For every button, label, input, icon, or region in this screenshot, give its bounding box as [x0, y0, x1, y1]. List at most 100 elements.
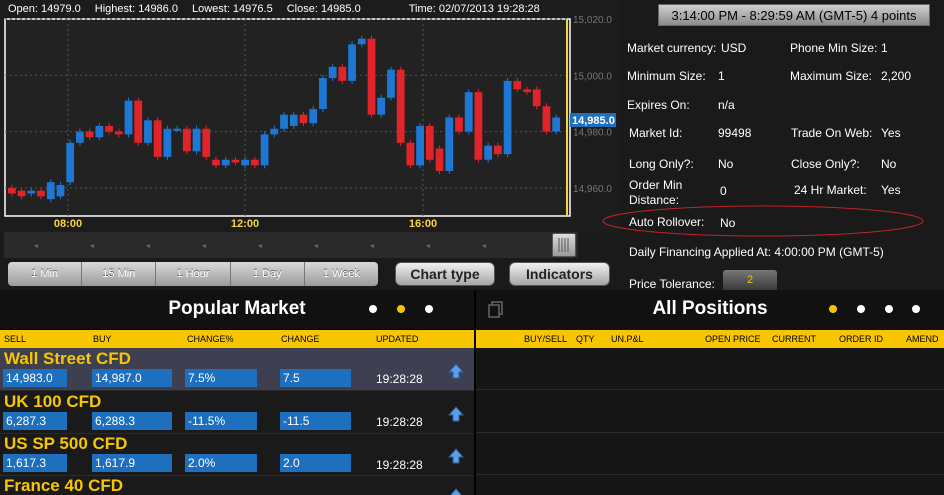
maximum-size-label: Maximum Size:	[790, 69, 873, 83]
candle-down	[367, 38, 376, 115]
candle-up	[377, 97, 386, 115]
candle-down	[493, 145, 502, 155]
market-name: Wall Street CFD	[4, 349, 131, 368]
arrow-up-icon	[448, 406, 464, 422]
close-only-value: No	[881, 157, 897, 171]
col-unrealized-pnl: UN.P&L	[611, 334, 644, 344]
time-range-display: 3:14:00 PM - 8:29:59 AM (GMT-5) 4 points	[658, 4, 930, 26]
candle-up	[192, 128, 201, 152]
y-tick-label: 14,980.0	[573, 128, 612, 139]
scroll-handle[interactable]	[552, 233, 576, 257]
candle-up	[144, 120, 152, 143]
candle-up	[445, 117, 454, 171]
row-divider	[0, 390, 474, 391]
open-value: Open: 14979.0	[8, 3, 81, 15]
page-dot-2[interactable]	[397, 305, 405, 313]
candle-down	[182, 128, 191, 152]
candle-up	[66, 142, 75, 183]
col-change-pct: CHANGE%	[187, 334, 234, 344]
order-min-distance-value: 0	[720, 184, 727, 198]
col-change: CHANGE	[281, 334, 320, 344]
candle-up	[289, 114, 298, 126]
buy-price[interactable]: 1,617.9	[92, 454, 172, 472]
candle-down	[523, 89, 531, 93]
positions-title: All Positions	[652, 298, 768, 319]
updated-time: 19:28:28	[376, 372, 423, 386]
minimum-size-label: Minimum Size:	[627, 69, 706, 83]
candle-down	[8, 187, 16, 194]
change-value: 7.5	[280, 369, 351, 387]
candle-up	[319, 78, 327, 110]
low-value: Lowest: 14976.5	[191, 3, 273, 15]
candle-up	[328, 66, 337, 79]
candle-down	[250, 159, 259, 166]
current-price-tag: 14,985.0	[570, 113, 616, 127]
trade-on-web-label: Trade On Web:	[791, 126, 873, 140]
price-tolerance-label: Price Tolerance:	[629, 277, 715, 291]
timeframe-15min-button[interactable]: 15 Min	[82, 262, 157, 286]
buy-price[interactable]: 14,987.0	[92, 369, 172, 387]
page-dot-4[interactable]	[912, 305, 920, 313]
candlestick-chart[interactable]: 15,020.015,000.014,980.014,960.0 08:00 12…	[0, 0, 620, 232]
sell-price[interactable]: 6,287.3	[3, 412, 67, 430]
time-value: Time: 02/07/2013 19:28:28	[408, 3, 540, 15]
candle-down	[396, 69, 405, 143]
candle-down	[17, 190, 26, 197]
long-only-label: Long Only?:	[629, 157, 694, 171]
auto-rollover-label: Auto Rollover:	[629, 215, 705, 229]
trade-on-web-value: Yes	[881, 126, 901, 140]
page-dot-1[interactable]	[369, 305, 377, 313]
candle-up	[270, 128, 279, 135]
page-dot-2[interactable]	[857, 305, 865, 313]
order-min-distance-label-line1: Order Min	[629, 178, 683, 192]
grip-icon	[558, 238, 569, 252]
candle-up	[241, 159, 250, 166]
col-amend: AMEND	[906, 334, 939, 344]
sell-price[interactable]: 14,983.0	[3, 369, 67, 387]
candle-up	[416, 125, 424, 166]
candle-down	[406, 142, 415, 166]
candle-up	[124, 100, 133, 135]
x-tick-label: 12:00	[231, 218, 259, 230]
y-tick-label: 14,960.0	[573, 184, 612, 195]
candle-down	[212, 159, 220, 166]
price-chart[interactable]: 15,020.0 15,000.0 14,980.0 14,960.0 08:00 12…	[0, 0, 620, 232]
candle-down	[425, 125, 434, 160]
candle-up	[163, 128, 172, 157]
candle-down	[435, 148, 444, 171]
timeframe-1hour-button[interactable]: 1 Hour	[156, 262, 231, 286]
candle-up	[348, 44, 356, 81]
candle-up	[357, 38, 366, 45]
arrow-up-icon	[448, 448, 464, 464]
close-only-label: Close Only?:	[791, 157, 860, 171]
app-root: { "ohlc": { "open": "Open: 14979.0", "hi…	[0, 0, 944, 495]
timeframe-1week-button[interactable]: 1 Week	[305, 262, 378, 286]
page-dot-3[interactable]	[885, 305, 893, 313]
expires-on-label: Expires On:	[627, 98, 690, 112]
updated-time: 19:28:28	[376, 458, 423, 472]
timeframe-1min-button[interactable]: 1 Min	[8, 262, 83, 286]
auto-rollover-value: No	[720, 216, 736, 230]
indicators-button[interactable]: Indicators	[509, 262, 610, 286]
chart-type-button[interactable]: Chart type	[395, 262, 495, 286]
change-pct: 2.0%	[185, 454, 257, 472]
timeframe-1day-button[interactable]: 1 Day	[231, 262, 305, 286]
page-dot-1[interactable]	[829, 305, 837, 313]
chart-scrollbar[interactable]	[4, 232, 578, 258]
market-id-value: 99498	[718, 126, 752, 140]
col-buy-sell: BUY/SELL	[524, 334, 568, 344]
candle-down	[202, 128, 211, 157]
buy-price[interactable]: 6,288.3	[92, 412, 172, 430]
arrow-up-icon	[448, 363, 464, 379]
page-dot-3[interactable]	[425, 305, 433, 313]
candle-down	[105, 125, 113, 132]
market-currency-value: USD	[721, 41, 747, 55]
minimum-size-value: 1	[718, 69, 725, 83]
candle-up	[280, 114, 288, 129]
price-tolerance-stepper[interactable]: 2	[723, 270, 777, 290]
col-current: CURRENT	[772, 334, 816, 344]
sell-price[interactable]: 1,617.3	[3, 454, 67, 472]
change-value: 2.0	[280, 454, 351, 472]
x-tick-label: 16:00	[409, 218, 437, 230]
candle-down	[231, 159, 240, 163]
